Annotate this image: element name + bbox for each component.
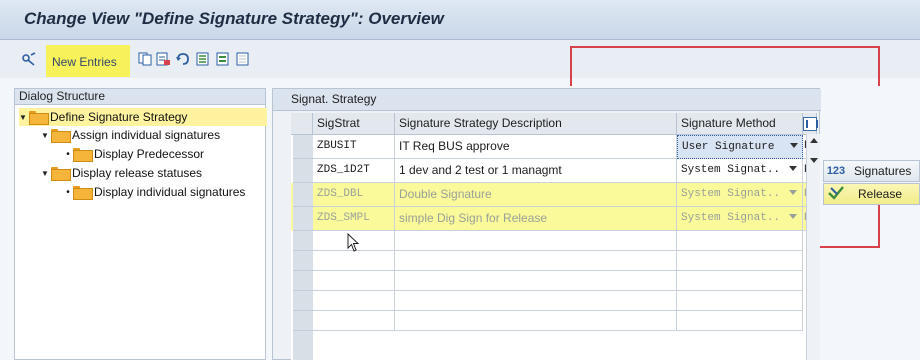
dropdown-value: System Signat.. bbox=[681, 188, 781, 200]
cell-sigstrat[interactable]: ZDS_SMPL bbox=[313, 207, 395, 231]
empty-cell[interactable] bbox=[313, 251, 395, 271]
tree-item-display-individual-signatures[interactable]: • Display individual signatures bbox=[63, 183, 245, 201]
tree-item-display-release-statuses[interactable]: ▼ Display release statuses bbox=[41, 164, 202, 182]
empty-cell[interactable] bbox=[677, 271, 803, 291]
delete-icon[interactable] bbox=[156, 52, 170, 66]
expand-triangle-icon[interactable]: ▼ bbox=[41, 169, 51, 178]
red-marker-top bbox=[570, 46, 880, 86]
tree-item-label: Display Predecessor bbox=[94, 147, 205, 161]
col-header-description[interactable]: Signature Strategy Description bbox=[395, 113, 677, 135]
select-all-header[interactable] bbox=[291, 113, 313, 135]
select-all-icon[interactable] bbox=[196, 52, 210, 66]
expand-triangle-icon[interactable]: ▼ bbox=[19, 113, 29, 122]
empty-cell[interactable] bbox=[395, 311, 677, 331]
dropdown-value: System Signat.. bbox=[681, 212, 781, 224]
row-selector[interactable] bbox=[293, 331, 313, 360]
window-title: Change View "Define Signature Strategy":… bbox=[24, 9, 444, 28]
cell-description[interactable]: 1 dev and 2 test or 1 managmt bbox=[395, 159, 677, 183]
bullet-icon: • bbox=[66, 186, 70, 198]
empty-cell[interactable] bbox=[677, 311, 803, 331]
row-selector[interactable] bbox=[293, 135, 313, 159]
cell-signature-method-dropdown[interactable]: System Signat.. bbox=[677, 183, 803, 207]
dropdown-arrow-icon[interactable] bbox=[789, 166, 797, 171]
col-header-sigstrat[interactable]: SigStrat bbox=[313, 113, 395, 135]
title-bar: Change View "Define Signature Strategy":… bbox=[0, 0, 920, 40]
row-selector[interactable] bbox=[293, 291, 313, 311]
tree-item-display-predecessor[interactable]: • Display Predecessor bbox=[63, 145, 204, 163]
dropdown-value: User Signature bbox=[682, 141, 775, 153]
cell-description[interactable]: IT Req BUS approve bbox=[395, 135, 677, 159]
row-selector[interactable] bbox=[293, 231, 313, 251]
mouse-pointer-icon bbox=[347, 233, 360, 252]
row-selector[interactable] bbox=[293, 271, 313, 291]
row-selector[interactable] bbox=[293, 159, 313, 183]
dialog-structure-panel: Dialog Structure ▼ Define Signature Stra… bbox=[14, 88, 267, 360]
table-title: Signat. Strategy bbox=[273, 89, 821, 111]
scroll-up-icon[interactable] bbox=[810, 138, 818, 143]
folder-icon bbox=[73, 186, 93, 200]
empty-cell[interactable] bbox=[395, 231, 677, 251]
column-settings-icon[interactable] bbox=[803, 117, 818, 131]
table-grid: SigStrat Signature Strategy Description … bbox=[291, 113, 818, 360]
folder-icon bbox=[73, 148, 93, 162]
empty-cell[interactable] bbox=[395, 271, 677, 291]
cell-sigstrat[interactable]: ZDS_1D2T bbox=[313, 159, 395, 183]
tree-item-define-signature-strategy[interactable]: ▼ Define Signature Strategy bbox=[19, 108, 267, 126]
row-selector[interactable] bbox=[293, 251, 313, 271]
select-block-icon[interactable] bbox=[216, 52, 230, 66]
signatures-button[interactable]: 123 Signatures bbox=[823, 160, 920, 182]
dropdown-arrow-icon[interactable] bbox=[789, 214, 797, 219]
empty-cell[interactable] bbox=[677, 231, 803, 251]
empty-cell[interactable] bbox=[313, 311, 395, 331]
cell-signature-method-dropdown[interactable]: System Signat.. bbox=[677, 207, 803, 231]
dialog-structure-header: Dialog Structure bbox=[15, 89, 265, 105]
row-selector[interactable] bbox=[293, 311, 313, 331]
empty-cell[interactable] bbox=[677, 291, 803, 311]
row-selector[interactable] bbox=[293, 183, 313, 207]
col-header-signature-method[interactable]: Signature Method bbox=[677, 113, 803, 135]
signatures-button-label: Signatures bbox=[854, 164, 912, 178]
cell-sigstrat[interactable]: ZBUSIT bbox=[313, 135, 395, 159]
empty-cell[interactable] bbox=[313, 291, 395, 311]
empty-cell[interactable] bbox=[395, 251, 677, 271]
dropdown-arrow-icon[interactable] bbox=[789, 190, 797, 195]
cell-description[interactable]: Double Signature bbox=[395, 183, 677, 207]
display-change-icon[interactable] bbox=[22, 52, 36, 66]
table-vertical-scrollbar[interactable] bbox=[806, 134, 820, 360]
empty-cell[interactable] bbox=[677, 251, 803, 271]
numbered-list-icon: 123 bbox=[826, 165, 846, 177]
release-button-label: Release bbox=[858, 187, 903, 201]
empty-cell[interactable] bbox=[313, 271, 395, 291]
cell-signature-method-dropdown[interactable]: User Signature bbox=[677, 135, 803, 159]
tree-item-label: Display release statuses bbox=[72, 166, 203, 180]
row-selector[interactable] bbox=[293, 207, 313, 231]
cell-description[interactable]: simple Dig Sign for Release bbox=[395, 207, 677, 231]
tree-item-assign-individual-signatures[interactable]: ▼ Assign individual signatures bbox=[41, 126, 220, 144]
scroll-down-icon[interactable] bbox=[810, 158, 818, 163]
empty-cell[interactable] bbox=[395, 291, 677, 311]
folder-icon bbox=[51, 129, 71, 143]
deselect-all-icon[interactable] bbox=[236, 52, 250, 66]
dropdown-arrow-icon[interactable] bbox=[790, 143, 798, 148]
bullet-icon: • bbox=[66, 148, 70, 160]
tree-item-label: Display individual signatures bbox=[94, 185, 246, 199]
dropdown-value: System Signat.. bbox=[681, 164, 781, 176]
new-entries-button[interactable]: New Entries bbox=[52, 55, 117, 69]
signature-strategy-table-panel: Signat. Strategy SigStrat Signature Stra… bbox=[272, 88, 821, 360]
release-button[interactable]: Release bbox=[823, 183, 920, 205]
copy-icon[interactable] bbox=[138, 52, 152, 66]
tree-item-label: Define Signature Strategy bbox=[50, 110, 188, 124]
folder-icon bbox=[29, 111, 49, 125]
release-check-icon bbox=[824, 185, 848, 203]
tree-item-label: Assign individual signatures bbox=[72, 128, 221, 142]
cell-signature-method-dropdown[interactable]: System Signat.. bbox=[677, 159, 803, 183]
cell-sigstrat[interactable]: ZDS_DBL bbox=[313, 183, 395, 207]
undo-icon[interactable] bbox=[176, 52, 190, 66]
expand-triangle-icon[interactable]: ▼ bbox=[41, 131, 51, 140]
folder-icon bbox=[51, 167, 71, 181]
